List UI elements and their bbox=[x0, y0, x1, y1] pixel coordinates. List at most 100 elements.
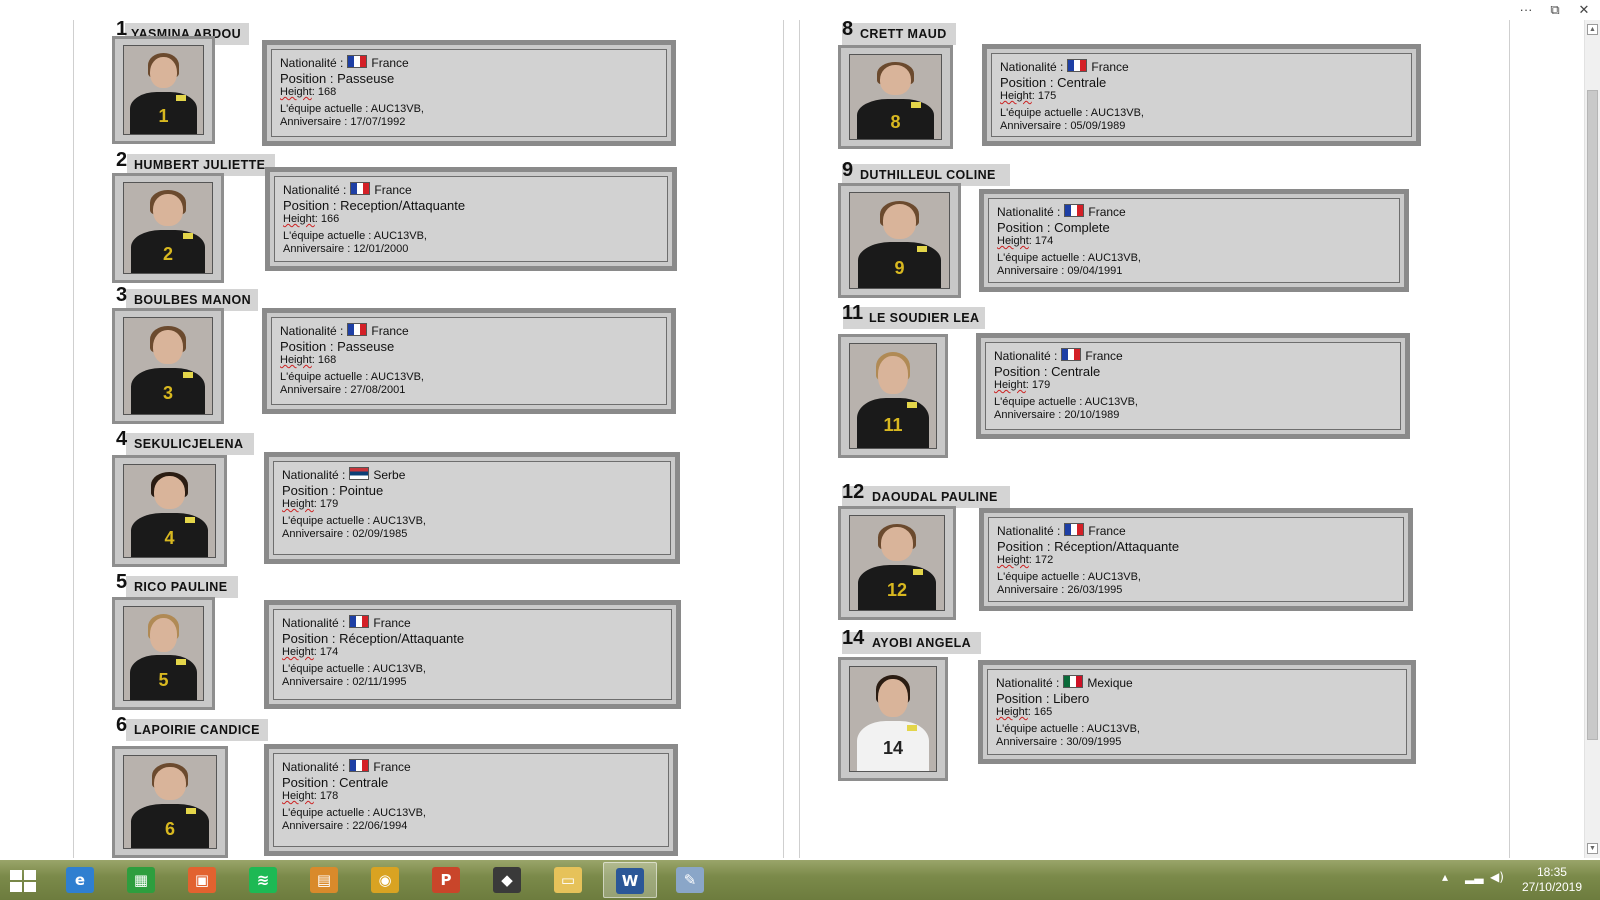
page-margin-line bbox=[799, 20, 800, 858]
system-clock[interactable]: 18:35 27/10/2019 bbox=[1522, 865, 1582, 895]
birthday-label: Anniversaire : bbox=[283, 243, 354, 255]
player-info-box: Nationalité : Serbe Position : Pointue Heig… bbox=[264, 452, 680, 564]
nationality-row: Nationalité : Serbe bbox=[282, 467, 662, 483]
player-name: BOULBES MANON bbox=[134, 293, 252, 307]
position-row: Position : Passeuse bbox=[280, 339, 658, 354]
jersey-logo-icon bbox=[175, 95, 186, 102]
taskbar-app-button[interactable]: ✎ bbox=[664, 862, 718, 898]
jersey-number: 8 bbox=[890, 112, 901, 133]
player-info-content: Nationalité : France Position : Centrale He… bbox=[273, 753, 669, 847]
player-photo: 3 bbox=[123, 317, 213, 415]
birthday-label: Anniversaire : bbox=[996, 736, 1067, 748]
flag-fr-icon bbox=[349, 759, 370, 772]
height-label: Height bbox=[280, 86, 312, 98]
player-photo: 2 bbox=[123, 182, 213, 274]
restore-window-icon[interactable]: ⧉ bbox=[1545, 2, 1565, 18]
team-value: AUC13VB, bbox=[372, 663, 426, 675]
player-name: LAPOIRIE CANDICE bbox=[134, 723, 260, 737]
start-button[interactable] bbox=[0, 862, 54, 898]
flag-fr-icon bbox=[347, 323, 368, 336]
position-label: Position : bbox=[282, 775, 340, 790]
taskbar-app-button[interactable]: ▤ bbox=[298, 862, 352, 898]
position-value: Réception/Attaquante bbox=[339, 631, 465, 646]
taskbar-app-button[interactable]: ▣ bbox=[176, 862, 230, 898]
word-icon: W bbox=[616, 868, 644, 894]
taskbar-app-button[interactable]: ▭ bbox=[542, 862, 596, 898]
birthday-label: Anniversaire : bbox=[282, 528, 353, 540]
player-info-box: Nationalité : Mexique Position : Libero Hei… bbox=[978, 660, 1416, 764]
jersey-logo-icon bbox=[907, 725, 918, 732]
height-label: Height bbox=[1000, 90, 1032, 102]
position-value: Centrale bbox=[1051, 364, 1101, 379]
photo-face bbox=[878, 679, 908, 717]
player-number: 2 bbox=[116, 149, 128, 171]
nationality-value: France bbox=[371, 56, 409, 70]
scroll-up-icon[interactable]: ▲ bbox=[1587, 24, 1598, 35]
team-label: L'équipe actuelle : bbox=[996, 723, 1087, 735]
player-name: LE SOUDIER LEA bbox=[869, 311, 980, 325]
position-value: Passeuse bbox=[337, 339, 395, 354]
nationality-value: France bbox=[373, 616, 411, 630]
nationality-label: Nationalité : bbox=[994, 349, 1058, 363]
scrollbar-thumb[interactable] bbox=[1587, 90, 1598, 740]
birthday-value: 05/09/1989 bbox=[1070, 120, 1126, 132]
birthday-row: Anniversaire : 12/01/2000 bbox=[283, 243, 659, 256]
height-label: Height bbox=[280, 354, 312, 366]
show-hidden-icons-icon[interactable]: ▴ bbox=[1442, 870, 1448, 884]
position-label: Position : bbox=[997, 220, 1055, 235]
player-info-box: Nationalité : France Position : Centrale He… bbox=[982, 44, 1421, 146]
player-name: DUTHILLEUL COLINE bbox=[860, 168, 996, 182]
jersey-logo-icon bbox=[175, 659, 186, 666]
page-margin-line bbox=[73, 20, 74, 858]
player-number: 3 bbox=[116, 284, 128, 306]
more-options-icon[interactable]: ··· bbox=[1516, 2, 1536, 18]
height-row: Height: 179 bbox=[282, 498, 662, 511]
position-row: Position : Passeuse bbox=[280, 71, 658, 86]
nationality-label: Nationalité : bbox=[997, 524, 1061, 538]
birthday-label: Anniversaire : bbox=[280, 116, 351, 128]
player-number: 14 bbox=[842, 627, 865, 649]
taskbar-app-button[interactable]: ◉ bbox=[359, 862, 413, 898]
scroll-down-icon[interactable]: ▼ bbox=[1587, 843, 1598, 854]
birthday-value: 02/11/1995 bbox=[352, 676, 407, 688]
taskbar-app-button[interactable]: ◆ bbox=[481, 862, 535, 898]
team-value: AUC13VB, bbox=[1086, 723, 1140, 735]
nationality-row: Nationalité : France bbox=[994, 348, 1392, 364]
team-row: L'équipe actuelle : AUC13VB, bbox=[282, 515, 662, 528]
jersey-logo-icon bbox=[907, 402, 918, 409]
team-value: AUC13VB, bbox=[372, 515, 426, 527]
vertical-scrollbar[interactable]: ▲ ▼ bbox=[1584, 20, 1600, 858]
player-info-box: Nationalité : France Position : Centrale He… bbox=[976, 333, 1410, 439]
position-label: Position : bbox=[997, 539, 1055, 554]
volume-icon[interactable]: ◀) bbox=[1490, 870, 1504, 884]
taskbar-app-button[interactable]: P bbox=[420, 862, 474, 898]
player-photo-frame: 2 bbox=[112, 173, 224, 283]
birthday-value: 02/09/1985 bbox=[352, 528, 408, 540]
position-value: Libero bbox=[1053, 691, 1090, 706]
taskbar-app-button[interactable]: e bbox=[54, 862, 108, 898]
taskbar-app-button[interactable]: ▦ bbox=[115, 862, 169, 898]
close-window-icon[interactable]: ✕ bbox=[1574, 2, 1594, 18]
height-row: Height: 168 bbox=[280, 86, 658, 99]
height-value: 165 bbox=[1033, 706, 1053, 718]
position-row: Position : Réception/Attaquante bbox=[282, 631, 663, 646]
jersey-logo-icon bbox=[184, 516, 195, 523]
network-icon[interactable]: ▂▃ bbox=[1465, 870, 1483, 884]
taskbar-app-button[interactable]: ≋ bbox=[237, 862, 291, 898]
photo-face bbox=[153, 329, 183, 365]
jersey-logo-icon bbox=[910, 102, 921, 109]
jersey-logo-icon bbox=[185, 807, 196, 814]
jersey-number: 14 bbox=[882, 737, 904, 758]
taskbar-app-button[interactable]: W bbox=[603, 862, 657, 898]
app-icon: ◆ bbox=[493, 867, 521, 893]
team-label: L'équipe actuelle : bbox=[282, 807, 373, 819]
height-row: Height: 174 bbox=[997, 235, 1391, 248]
player-number: 5 bbox=[116, 571, 128, 593]
nationality-value: France bbox=[374, 183, 412, 197]
nationality-row: Nationalité : France bbox=[1000, 59, 1403, 75]
team-row: L'équipe actuelle : AUC13VB, bbox=[994, 396, 1392, 409]
file-explorer-icon: ▭ bbox=[554, 867, 582, 893]
spotify-icon: ≋ bbox=[249, 867, 277, 893]
player-name: AYOBI ANGELA bbox=[872, 636, 972, 650]
nationality-label: Nationalité : bbox=[282, 616, 346, 630]
